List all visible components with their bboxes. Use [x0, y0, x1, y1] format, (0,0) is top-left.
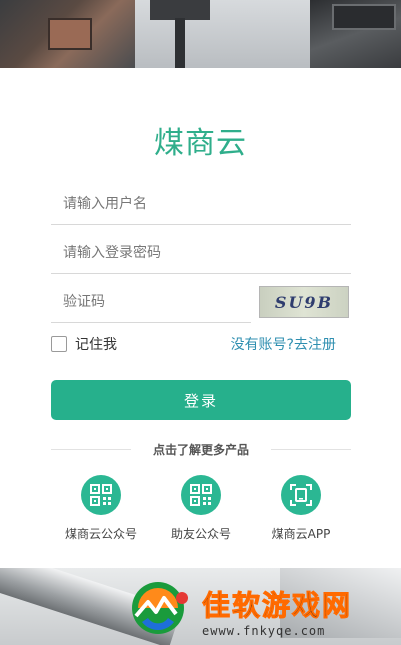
- photo-crane-left: [0, 0, 135, 68]
- register-link[interactable]: 没有账号?去注册: [231, 334, 336, 354]
- captcha-image[interactable]: SU9B: [259, 286, 349, 318]
- product-app[interactable]: 煤商云APP: [251, 475, 351, 542]
- photo-sky: [120, 0, 310, 68]
- scan-app-icon: [281, 475, 321, 515]
- login-page: 煤商云 SU9B 记住我 没有账号?去注册 登录 点击了解更多产品: [0, 0, 401, 645]
- photo-arm: [150, 0, 210, 20]
- remember-checkbox[interactable]: [51, 336, 67, 352]
- product-wechat-coal[interactable]: 煤商云公众号: [51, 475, 151, 542]
- login-card: 煤商云 SU9B 记住我 没有账号?去注册 登录 点击了解更多产品: [0, 68, 401, 568]
- login-button[interactable]: 登录: [51, 380, 351, 420]
- qr-code-icon: [181, 475, 221, 515]
- product-label: 助友公众号: [170, 527, 231, 541]
- watermark: 佳软游戏网 ewww.fnkyqe.com: [128, 578, 401, 645]
- brand-title: 煤商云: [154, 126, 247, 161]
- product-label: 煤商云公众号: [64, 527, 137, 541]
- product-label: 煤商云APP: [271, 527, 331, 541]
- watermark-logo-icon: [132, 582, 188, 634]
- photo-crane-right: [310, 0, 401, 68]
- captcha-input[interactable]: [51, 281, 251, 323]
- qr-code-icon: [81, 475, 121, 515]
- header-photo: [0, 0, 401, 68]
- products-list: 煤商云公众号 助友公众号 煤商云APP: [51, 475, 351, 555]
- divider-line-right: [271, 449, 351, 450]
- photo-arm-post: [175, 18, 185, 68]
- watermark-url: ewww.fnkyqe.com: [202, 624, 326, 638]
- remember-me[interactable]: 记住我: [51, 334, 117, 354]
- remember-label: 记住我: [75, 337, 117, 353]
- watermark-title: 佳软游戏网: [201, 589, 353, 623]
- product-wechat-helper[interactable]: 助友公众号: [151, 475, 251, 542]
- password-input[interactable]: [51, 232, 351, 274]
- username-input[interactable]: [51, 183, 351, 225]
- more-products-divider: 点击了解更多产品: [51, 439, 351, 459]
